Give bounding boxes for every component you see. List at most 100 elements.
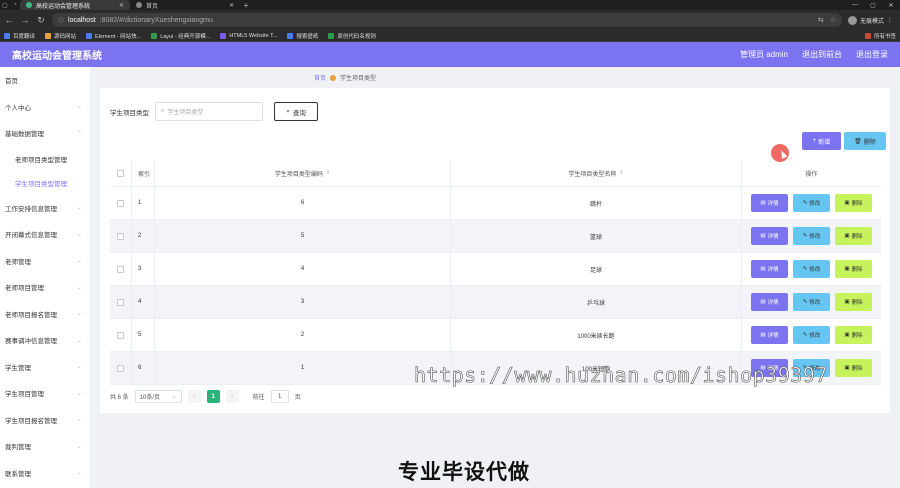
bookmark-item[interactable]: 源码网站 — [45, 32, 76, 40]
edit-button[interactable]: ✎ 修改 — [793, 227, 830, 245]
delete-label: 删除 — [851, 267, 863, 273]
cell-code: 5 — [300, 233, 305, 239]
bookmark-item[interactable]: 原创代码名规则 — [328, 32, 376, 40]
star-icon[interactable]: ☆ — [830, 16, 836, 24]
back-to-frontend-link[interactable]: 退出到前台 — [802, 49, 842, 60]
sidebar-item-teacher[interactable]: 老师管理 ⌄ — [0, 248, 90, 275]
delete-button[interactable]: ▣ 删除 — [835, 326, 872, 344]
edit-button[interactable]: ✎ 修改 — [793, 293, 830, 311]
bookmark-icon — [287, 32, 294, 39]
page-suffix: 页 — [294, 395, 301, 401]
close-icon[interactable]: ✕ — [229, 2, 234, 9]
header-name: 学生项目类型名称 — [568, 171, 617, 178]
row-checkbox[interactable] — [117, 199, 124, 207]
row-checkbox[interactable] — [117, 364, 124, 372]
sidebar-item-ceremony[interactable]: 开闭幕式信息管理 ⌄ — [0, 221, 90, 248]
delete-button[interactable]: ▣ 删除 — [835, 194, 872, 212]
breadcrumb-home[interactable]: 首页 — [314, 73, 326, 82]
sidebar-item-event-adjust[interactable]: 赛事调冲信息管理 ⌄ — [0, 327, 90, 354]
document-icon: ▤ — [760, 299, 766, 305]
cell-code: 6 — [300, 200, 305, 206]
tab-action-icon[interactable]: ◔ — [10, 0, 20, 10]
all-bookmarks[interactable]: 所有书签 — [864, 32, 896, 40]
add-button[interactable]: + 新增 — [802, 132, 841, 150]
new-tab-icon[interactable]: + — [240, 0, 252, 10]
page-number-current[interactable]: 1 — [206, 390, 220, 403]
profile-chip[interactable]: 无痕模式 ⋮ — [848, 15, 893, 25]
batch-delete-button[interactable]: 🗑 删除 — [844, 132, 886, 150]
query-button-label: 查询 — [292, 109, 306, 117]
query-button[interactable]: ⌕ 查询 — [274, 102, 318, 121]
delete-button[interactable]: ▣ 删除 — [835, 227, 872, 245]
browser-tab-1[interactable]: 高校运动会管理系统 ✕ — [20, 0, 130, 10]
detail-button[interactable]: ▤ 详情 — [751, 260, 788, 278]
tab-search-icon[interactable]: ▢ — [0, 0, 10, 10]
detail-button[interactable]: ▤ 详情 — [751, 227, 788, 245]
chevron-down-icon: ⌄ — [76, 311, 82, 318]
row-checkbox[interactable] — [117, 331, 124, 339]
select-all-checkbox[interactable] — [117, 169, 124, 177]
bookmarks-bar: 百度翻译 源码网站 Element - 网站快... Layui - 经典开源模… — [0, 30, 900, 42]
delete-button[interactable]: ▣ 删除 — [835, 293, 872, 311]
chevron-down-icon: ⌄ — [76, 417, 82, 424]
delete-button[interactable]: ▣ 删除 — [835, 260, 872, 278]
delete-button[interactable]: ▣ 删除 — [835, 359, 872, 377]
header-name-sortable[interactable]: 学生项目类型名称 ⇕ — [451, 160, 742, 186]
bookmark-item[interactable]: Layui - 经典开源模... — [151, 32, 210, 40]
row-checkbox[interactable] — [117, 232, 124, 240]
sidebar-item-student[interactable]: 学生管理 ⌄ — [0, 354, 90, 381]
back-icon[interactable]: ← — [4, 15, 14, 25]
bookmark-item[interactable]: HTML5 Website T... — [220, 32, 277, 39]
edit-button[interactable]: ✎ 修改 — [793, 326, 830, 344]
sidebar-item-teacher-signup[interactable]: 老师项目报名管理 ⌄ — [0, 301, 90, 328]
detail-button[interactable]: ▤ 详情 — [751, 293, 788, 311]
chevron-down-icon: ⌄ — [76, 470, 82, 477]
info-icon[interactable]: ⓘ — [58, 16, 64, 25]
next-page-button[interactable]: › — [225, 390, 239, 403]
edit-button[interactable]: ✎ 修改 — [793, 260, 830, 278]
sidebar-item-work-schedule[interactable]: 工作安排信息管理 ⌄ — [0, 195, 90, 222]
pagination: 共 6 条 10条/页 ⌄ ‹ 1 › 前往 1 页 — [110, 390, 301, 403]
sort-icon[interactable]: ⇕ — [619, 170, 623, 176]
page-size-select[interactable]: 10条/页 ⌄ — [134, 390, 182, 403]
sidebar-item-student-project-type[interactable]: 学生项目类型管理 — [0, 171, 90, 195]
sidebar-item-basic-data[interactable]: 基础数据管理 ⌃ — [0, 120, 90, 147]
bookmark-icon — [220, 32, 227, 39]
sidebar-item-profile[interactable]: 个人中心 ⌄ — [0, 94, 90, 121]
bookmark-item[interactable]: Element - 网站快... — [86, 32, 141, 40]
sidebar-item-contact[interactable]: 联系管理 ⌄ — [0, 460, 90, 487]
translate-icon[interactable]: ⇆ — [818, 16, 824, 24]
browser-tab-2[interactable]: 首页 ✕ — [130, 0, 240, 10]
logout-link[interactable]: 退出登录 — [856, 49, 888, 60]
minimize-icon[interactable]: — — [846, 0, 864, 10]
goto-page-input[interactable]: 1 — [270, 390, 289, 403]
sort-icon[interactable]: ⇕ — [326, 170, 330, 176]
prev-page-button[interactable]: ‹ — [187, 390, 201, 403]
menu-dots-icon[interactable]: ⋮ — [887, 17, 893, 24]
breadcrumb: 首页 学生项目类型 — [314, 73, 376, 82]
url-field[interactable]: ⓘ localhost:8082/#/dictionaryXueshengxia… — [52, 13, 842, 27]
row-checkbox[interactable] — [117, 298, 124, 306]
header-code-sortable[interactable]: 学生项目类型编码 ⇕ — [155, 160, 451, 186]
sidebar-item-student-signup[interactable]: 学生项目报名管理 ⌄ — [0, 407, 90, 434]
detail-button[interactable]: ▤ 详情 — [751, 194, 788, 212]
folder-icon — [864, 32, 871, 39]
maximize-icon[interactable]: ▢ — [864, 0, 882, 10]
sidebar-item-teacher-project[interactable]: 老师项目管理 ⌄ — [0, 274, 90, 301]
close-window-icon[interactable]: ✕ — [882, 0, 900, 10]
search-input[interactable]: ⌕ 学生项目类型 — [155, 102, 263, 121]
chevron-down-icon: ⌄ — [76, 443, 82, 450]
close-icon[interactable]: ✕ — [119, 2, 124, 9]
edit-button[interactable]: ✎ 修改 — [793, 194, 830, 212]
row-checkbox[interactable] — [117, 265, 124, 273]
sidebar-item-teacher-project-type[interactable]: 老师项目类型管理 — [0, 147, 90, 171]
delete-label: 删除 — [851, 201, 863, 207]
sidebar-item-student-project[interactable]: 学生项目管理 ⌄ — [0, 380, 90, 407]
forward-icon[interactable]: → — [20, 15, 30, 25]
reload-icon[interactable]: ↻ — [36, 15, 46, 26]
bookmark-item[interactable]: 搜索壁纸 — [287, 32, 318, 40]
sidebar-item-home[interactable]: 首页 — [0, 67, 90, 94]
detail-button[interactable]: ▤ 详情 — [751, 326, 788, 344]
bookmark-item[interactable]: 百度翻译 — [4, 32, 35, 40]
sidebar-item-referee[interactable]: 裁判管理 ⌄ — [0, 433, 90, 460]
